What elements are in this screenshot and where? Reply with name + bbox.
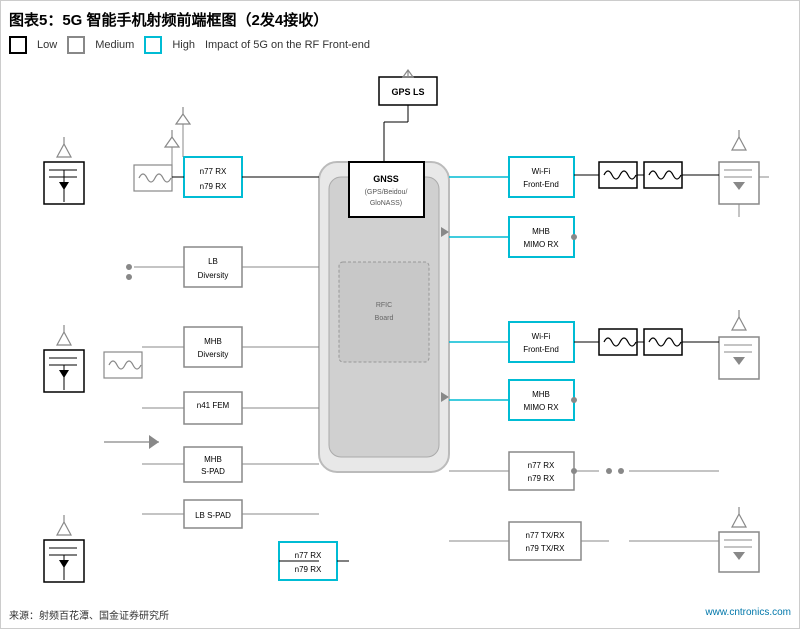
- svg-text:Wi-Fi: Wi-Fi: [532, 332, 551, 341]
- svg-text:n79 RX: n79 RX: [200, 182, 227, 191]
- svg-text:GPS LS: GPS LS: [391, 87, 424, 97]
- website-text: www.cntronics.com: [705, 607, 791, 622]
- footer: 来源：射频百花潭、国金证券研究所 www.cntronics.com: [9, 607, 791, 622]
- svg-text:n79 RX: n79 RX: [295, 565, 322, 574]
- page-title: 图表5：5G 智能手机射频前端框图（2发4接收）: [9, 9, 791, 30]
- svg-text:MIMO RX: MIMO RX: [523, 240, 559, 249]
- svg-text:Front-End: Front-End: [523, 180, 559, 189]
- source-text: 来源：射频百花潭、国金证券研究所: [9, 607, 169, 622]
- svg-text:n41 FEM: n41 FEM: [197, 401, 230, 410]
- svg-text:n77 TX/RX: n77 TX/RX: [526, 531, 566, 540]
- svg-text:MIMO RX: MIMO RX: [523, 403, 559, 412]
- svg-text:S-PAD: S-PAD: [201, 467, 225, 476]
- legend-high-label: High: [172, 39, 195, 51]
- diagram-svg: RFIC Board GPS LS GNSS (GPS/Beidou/ GloN…: [9, 62, 789, 592]
- legend-low-box: [9, 36, 27, 54]
- svg-text:GloNASS): GloNASS): [370, 200, 402, 207]
- svg-text:n79 TX/RX: n79 TX/RX: [526, 544, 566, 553]
- legend-low-label: Low: [37, 39, 57, 51]
- svg-text:Board: Board: [375, 315, 394, 322]
- legend-medium-box: [67, 36, 85, 54]
- svg-text:MHB: MHB: [532, 227, 550, 236]
- svg-text:Wi-Fi: Wi-Fi: [532, 167, 551, 176]
- svg-text:(GPS/Beidou/: (GPS/Beidou/: [365, 189, 408, 196]
- legend-impact-label: Impact of 5G on the RF Front-end: [205, 39, 370, 51]
- svg-text:Front-End: Front-End: [523, 345, 559, 354]
- svg-text:Diversity: Diversity: [198, 271, 229, 280]
- svg-text:n77 RX: n77 RX: [295, 551, 322, 560]
- legend-high-box: [144, 36, 162, 54]
- svg-text:LB S-PAD: LB S-PAD: [195, 511, 231, 520]
- svg-text:MHB: MHB: [204, 337, 222, 346]
- svg-text:LB: LB: [208, 257, 218, 266]
- legend: Low Medium High Impact of 5G on the RF F…: [9, 36, 791, 54]
- svg-text:Diversity: Diversity: [198, 350, 229, 359]
- svg-text:RFIC: RFIC: [376, 302, 392, 309]
- diagram-area: RFIC Board GPS LS GNSS (GPS/Beidou/ GloN…: [9, 62, 789, 592]
- svg-text:GNSS: GNSS: [373, 174, 399, 184]
- svg-text:n79 RX: n79 RX: [528, 474, 555, 483]
- legend-medium-label: Medium: [95, 39, 134, 51]
- svg-text:n77 RX: n77 RX: [528, 461, 555, 470]
- svg-text:MHB: MHB: [532, 390, 550, 399]
- svg-text:MHB: MHB: [204, 455, 222, 464]
- svg-text:n77 RX: n77 RX: [200, 167, 227, 176]
- page-container: 图表5：5G 智能手机射频前端框图（2发4接收） Low Medium High…: [0, 0, 800, 629]
